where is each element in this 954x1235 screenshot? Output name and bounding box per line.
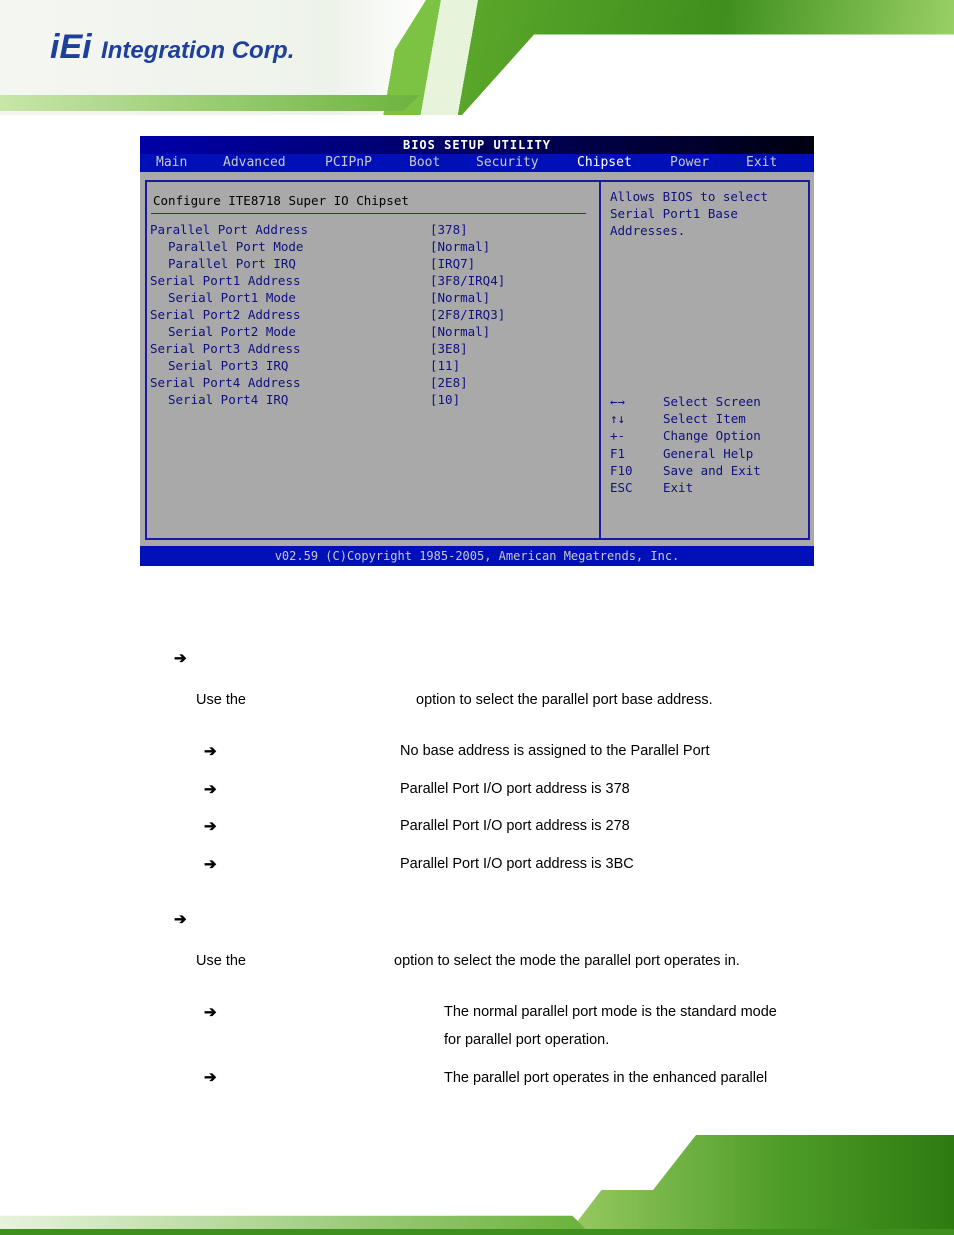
- arrow-bullet-icon: ➔: [204, 855, 217, 873]
- bios-setting-value[interactable]: [2F8/IRQ3]: [430, 307, 505, 322]
- option-desc: The normal parallel port mode is the sta…: [444, 1004, 777, 1020]
- bios-title: BIOS SETUP UTILITY: [140, 136, 814, 154]
- bios-setting-value[interactable]: [3F8/IRQ4]: [430, 273, 505, 288]
- arrow-bullet-icon: ➔: [174, 911, 187, 928]
- bios-setting-value[interactable]: [378]: [430, 222, 468, 237]
- option-desc: Parallel Port I/O port address is 3BC: [400, 855, 634, 872]
- paragraph-text: option to select the parallel port base …: [416, 692, 713, 708]
- bios-key: ↑↓: [610, 411, 626, 427]
- bios-key: ESC: [610, 480, 633, 495]
- document-page: iEi Integration Corp. BIOS SETUP UTILITY…: [0, 0, 954, 1235]
- option-desc: The parallel port operates in the enhanc…: [444, 1070, 768, 1086]
- bios-setting-value[interactable]: [2E8]: [430, 375, 468, 390]
- bios-setting-label[interactable]: Serial Port2 Mode: [168, 324, 296, 339]
- bios-tab-chipset[interactable]: Chipset: [577, 154, 632, 172]
- bios-section-title: Configure ITE8718 Super IO Chipset: [153, 193, 409, 208]
- bios-key-desc: Select Screen: [663, 394, 761, 409]
- bios-setting-label[interactable]: Serial Port3 Address: [150, 341, 301, 356]
- bios-setting-value[interactable]: [Normal]: [430, 290, 490, 305]
- bios-key-desc: Select Item: [663, 411, 746, 427]
- bios-setting-value[interactable]: [IRQ7]: [430, 256, 475, 271]
- arrow-bullet-icon: ➔: [204, 743, 217, 760]
- bios-setting-label[interactable]: Parallel Port Mode: [168, 239, 303, 254]
- paragraph-text: option to select the mode the parallel p…: [394, 953, 740, 969]
- paragraph-text: Use the: [196, 692, 246, 708]
- arrow-bullet-icon: ➔: [174, 650, 187, 667]
- bios-setting-value[interactable]: [10]: [430, 392, 460, 407]
- bios-setting-value[interactable]: [Normal]: [430, 239, 490, 254]
- arrow-bullet-icon: ➔: [204, 1004, 217, 1021]
- bios-footer: v02.59 (C)Copyright 1985-2005, American …: [140, 546, 814, 566]
- bios-tab-pcipnp[interactable]: PCIPnP: [325, 154, 372, 172]
- bios-setting-label[interactable]: Serial Port4 IRQ: [168, 392, 288, 407]
- bios-setting-label[interactable]: Parallel Port IRQ: [168, 256, 296, 271]
- bios-key-desc: Exit: [663, 480, 694, 495]
- bios-key-desc: Change Option: [663, 428, 761, 444]
- bios-menu-bar: Main Advanced PCIPnP Boot Security Chips…: [140, 154, 814, 172]
- bios-tab-boot[interactable]: Boot: [409, 154, 440, 172]
- option-desc: No base address is assigned to the Paral…: [400, 743, 710, 759]
- bios-tab-main[interactable]: Main: [156, 154, 187, 172]
- footer-graphic: [567, 1135, 954, 1235]
- bios-tab-power[interactable]: Power: [670, 154, 709, 172]
- bios-key: ←→: [610, 394, 626, 409]
- bios-setting-value[interactable]: [Normal]: [430, 324, 490, 339]
- bios-tab-security[interactable]: Security: [476, 154, 539, 172]
- option-desc: Parallel Port I/O port address is 278: [400, 818, 630, 834]
- arrow-bullet-icon: ➔: [204, 780, 217, 798]
- bios-setting-label[interactable]: Serial Port4 Address: [150, 375, 301, 390]
- option-desc: for parallel port operation.: [444, 1032, 610, 1048]
- bios-tab-exit[interactable]: Exit: [746, 154, 777, 172]
- bios-setting-label[interactable]: Serial Port3 IRQ: [168, 358, 288, 373]
- bios-setting-label[interactable]: Parallel Port Address: [150, 222, 308, 237]
- bios-setting-label[interactable]: Serial Port1 Address: [150, 273, 301, 288]
- bios-tab-advanced[interactable]: Advanced: [223, 154, 286, 172]
- divider: [151, 213, 586, 214]
- footer-bottom-line: [0, 1229, 954, 1235]
- arrow-bullet-icon: ➔: [204, 1069, 217, 1086]
- company-logo: iEi Integration Corp.: [50, 28, 295, 66]
- bios-key: F10: [610, 462, 633, 478]
- bios-screenshot: BIOS SETUP UTILITY Main Advanced PCIPnP …: [140, 136, 814, 566]
- arrow-bullet-icon: ➔: [204, 818, 217, 835]
- bios-key-desc: General Help: [663, 445, 754, 461]
- bios-setting-value[interactable]: [11]: [430, 358, 460, 373]
- bios-help-line: Serial Port1 Base: [610, 206, 738, 221]
- page-footer-banner: [0, 1135, 954, 1235]
- option-desc: Parallel Port I/O port address is 378: [400, 780, 630, 797]
- bios-key-desc: Save and Exit: [663, 462, 761, 478]
- header-stripe: [0, 95, 420, 111]
- paragraph-text: Use the: [196, 953, 246, 969]
- bios-help-line: Allows BIOS to select: [610, 189, 769, 204]
- bios-help-line: Addresses.: [610, 223, 686, 238]
- bios-setting-value[interactable]: [3E8]: [430, 341, 468, 356]
- bios-setting-label[interactable]: Serial Port2 Address: [150, 307, 301, 322]
- bios-setting-label[interactable]: Serial Port1 Mode: [168, 290, 296, 305]
- bios-key: F1: [610, 445, 626, 461]
- bios-key: +-: [610, 428, 626, 444]
